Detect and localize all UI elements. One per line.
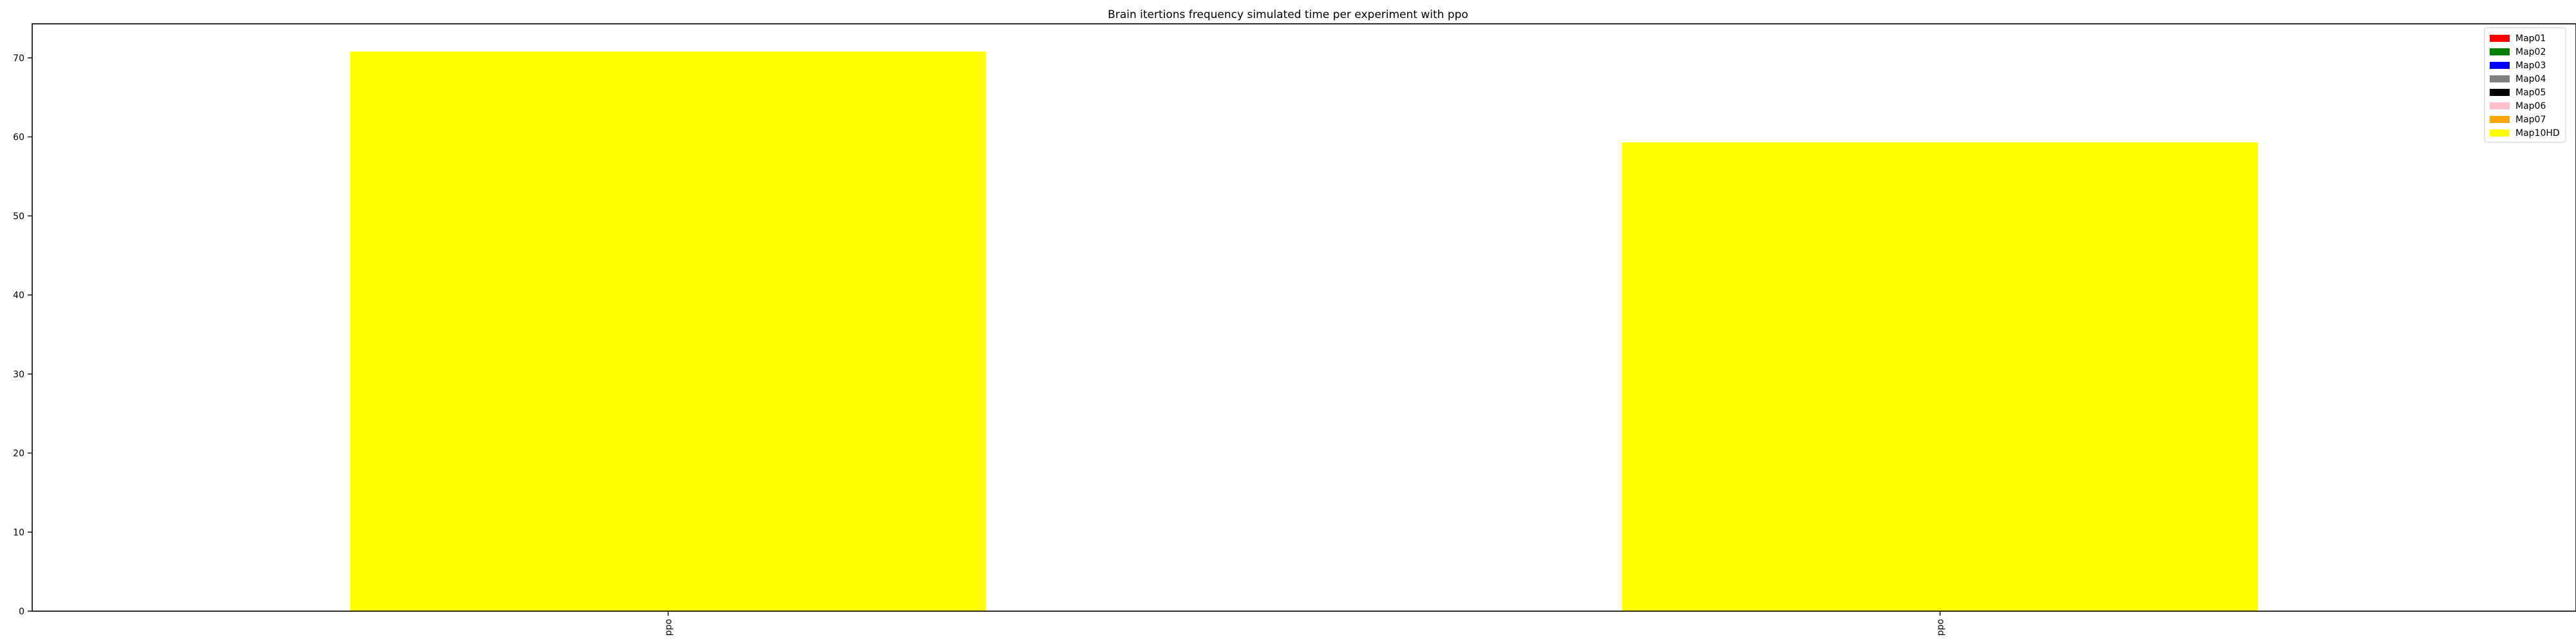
y-tick-label: 50 <box>13 211 24 222</box>
legend-label-map04: Map04 <box>2515 74 2546 84</box>
legend-label-map01: Map01 <box>2515 33 2546 44</box>
x-axis: ppo ppo <box>664 611 1946 636</box>
legend-label-map06: Map06 <box>2515 101 2546 111</box>
legend-frame <box>2484 27 2566 143</box>
chart-title: Brain itertions frequency simulated time… <box>1108 8 1468 21</box>
y-tick-label: 40 <box>13 290 24 301</box>
legend-label-map07: Map07 <box>2515 115 2546 125</box>
x-tick-label: ppo <box>664 619 674 636</box>
legend-swatch-map10hd <box>2490 129 2510 137</box>
y-tick-label: 20 <box>13 449 24 459</box>
y-axis: 0 10 20 30 40 50 60 70 <box>13 53 32 617</box>
y-tick-label: 70 <box>13 53 24 64</box>
bars <box>350 51 2259 612</box>
legend-label-map05: Map05 <box>2515 88 2546 98</box>
legend-label-map02: Map02 <box>2515 47 2546 57</box>
x-tick-label: ppo <box>1936 619 1946 636</box>
bar-map10hd-1 <box>1622 142 2259 612</box>
legend-swatch-map02 <box>2490 48 2510 55</box>
y-tick-label: 60 <box>13 133 24 143</box>
bar-map10hd-0 <box>350 51 987 612</box>
legend-swatch-map04 <box>2490 75 2510 82</box>
legend-label-map03: Map03 <box>2515 61 2546 71</box>
legend-swatch-map03 <box>2490 62 2510 69</box>
y-tick-label: 30 <box>13 370 24 380</box>
legend-swatch-map06 <box>2490 102 2510 109</box>
chart: Brain itertions frequency simulated time… <box>13 8 2576 636</box>
y-tick-label: 0 <box>19 607 24 617</box>
legend-swatch-map07 <box>2490 116 2510 123</box>
legend-label-map10hd: Map10HD <box>2515 128 2560 138</box>
legend-swatch-map05 <box>2490 89 2510 96</box>
legend-swatch-map01 <box>2490 35 2510 42</box>
legend: Map01 Map02 Map03 Map04 Map05 Map06 Map07 Map10… <box>2484 27 2566 143</box>
y-tick-label: 10 <box>13 527 24 538</box>
